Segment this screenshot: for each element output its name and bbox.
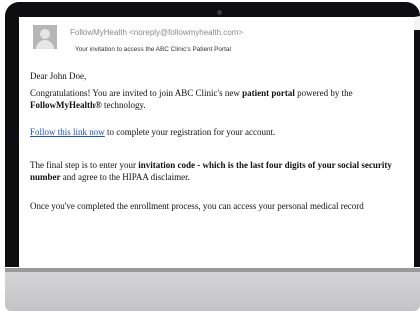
final-step-paragraph: The final step is to enter your invitati…	[30, 160, 392, 182]
email-sender[interactable]: FollowMyHealth <noreply@followmyhealth.c…	[70, 28, 243, 37]
congrats-paragraph: Congratulations! You are invited to join…	[30, 88, 353, 110]
monitor-chin	[5, 268, 420, 311]
webcam-icon	[217, 10, 222, 15]
email-greeting: Dear John Doe,	[30, 71, 87, 81]
sender-avatar-icon	[33, 25, 57, 49]
email-header: FollowMyHealth <noreply@followmyhealth.c…	[19, 17, 414, 61]
registration-paragraph: Follow this link now to complete your re…	[30, 127, 276, 137]
monitor-chin-edge	[5, 268, 420, 272]
enrollment-paragraph: Once you've completed the enrollment pro…	[30, 201, 364, 211]
email-screen: FollowMyHealth <noreply@followmyhealth.c…	[19, 17, 414, 268]
email-subject: Your invitation to access the ABC Clinic…	[75, 46, 231, 53]
follow-link[interactable]: Follow this link now	[30, 127, 105, 137]
